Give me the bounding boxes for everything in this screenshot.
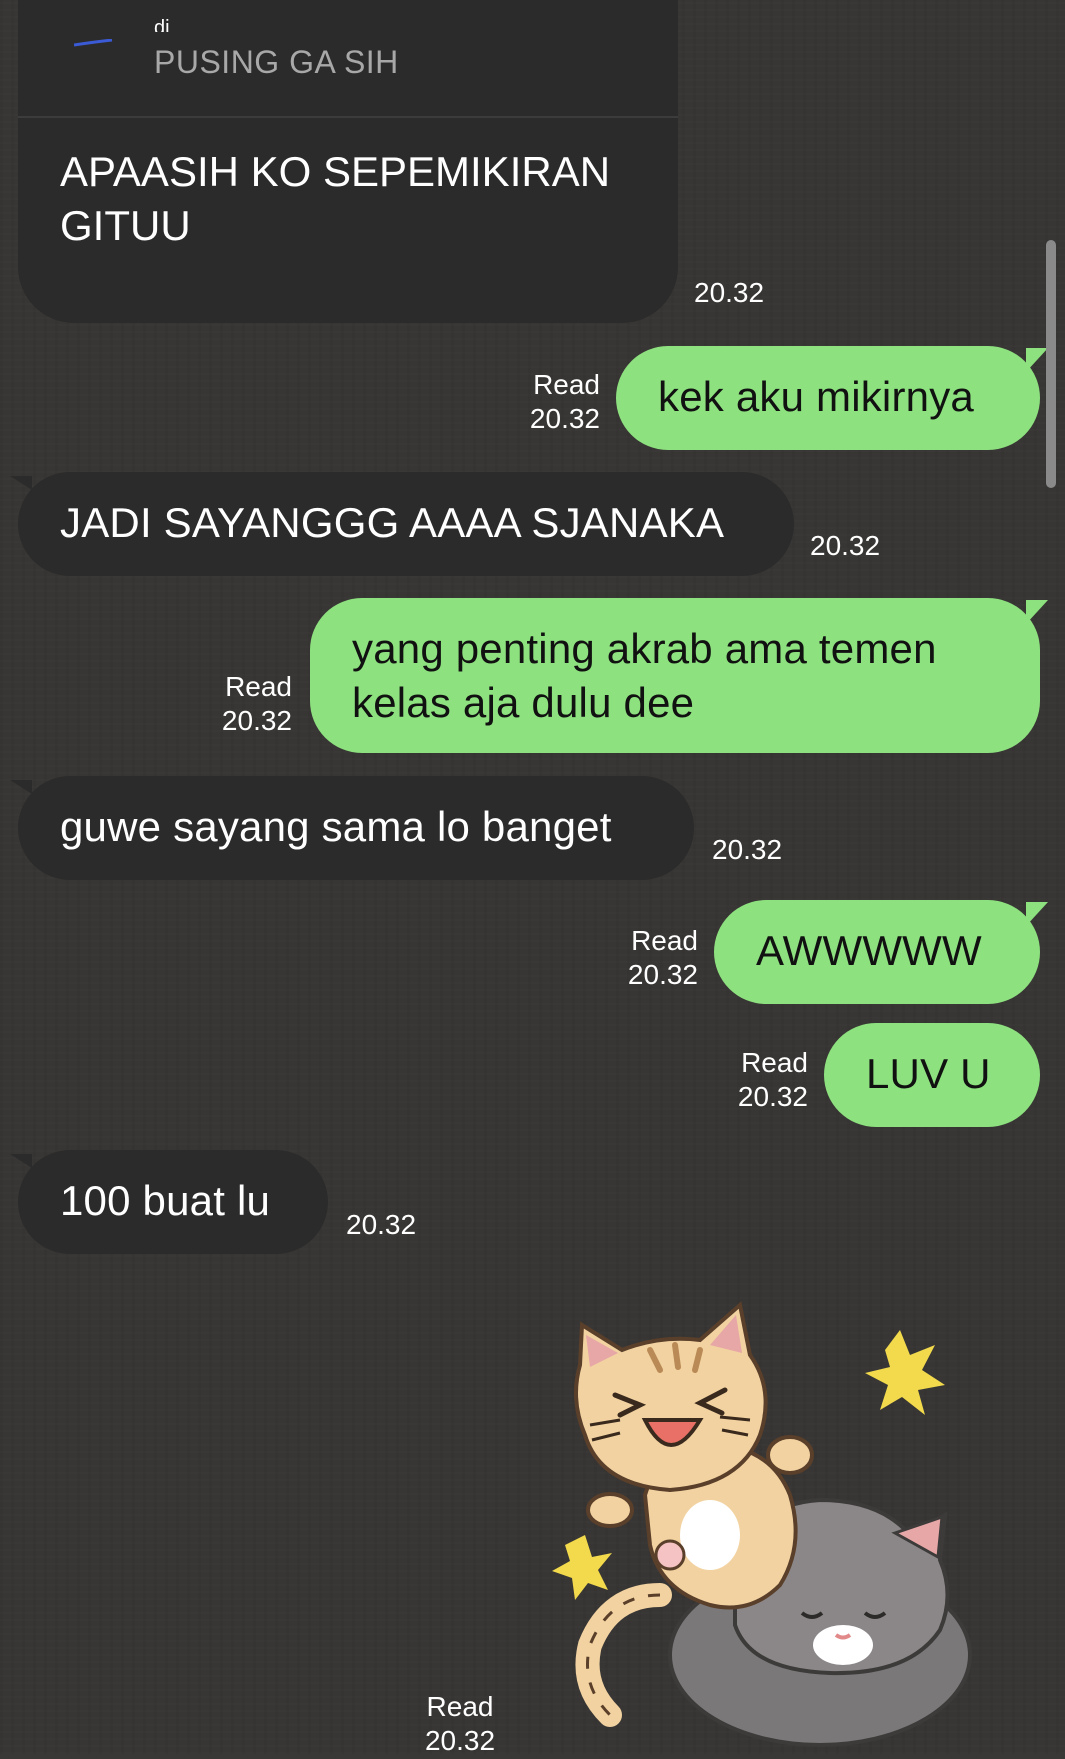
message-text: 100 buat lu: [60, 1177, 271, 1224]
read-status: Read: [426, 1691, 494, 1722]
message-time: 20.32: [810, 530, 881, 561]
message-time: 20.32: [694, 277, 765, 308]
quoted-sender-name: di: [154, 18, 170, 32]
incoming-message-bubble[interactable]: 100 buat lu: [10, 1150, 328, 1254]
incoming-message-bubble[interactable]: JADI SAYANGGG AAAA SJANAKA: [10, 472, 794, 576]
message-text: LUV U: [866, 1050, 991, 1097]
read-status: Read: [225, 671, 292, 702]
message-text: AWWWWW: [756, 927, 982, 974]
message-time: 20.32: [737, 1081, 808, 1112]
quoted-sender-avatar: [73, 34, 114, 47]
outgoing-message-bubble[interactable]: AWWWWW: [714, 900, 1048, 1004]
message-text: kek aku mikirnya: [658, 373, 974, 420]
scrollbar[interactable]: [1046, 240, 1056, 488]
message-time: 20.32: [529, 403, 600, 434]
cat-sticker-icon[interactable]: [550, 1295, 1010, 1754]
read-status: Read: [533, 369, 600, 400]
message-text: yang penting akrab ama temen kelas aja d…: [352, 625, 937, 726]
message-time: 20.32: [346, 1209, 417, 1240]
read-receipt: Read 20.32: [500, 368, 600, 436]
message-text: guwe sayang sama lo banget: [60, 803, 612, 850]
read-receipt: Read 20.32: [410, 1690, 510, 1758]
read-receipt: Read 20.32: [598, 924, 698, 992]
message-text: JADI SAYANGGG AAAA SJANAKA: [60, 499, 725, 546]
read-status: Read: [741, 1047, 808, 1078]
quoted-text: PUSING GA SIH: [154, 44, 399, 80]
read-receipt: Read 20.32: [192, 670, 292, 738]
read-receipt: Read 20.32: [708, 1046, 808, 1114]
message-time: 20.32: [627, 959, 698, 990]
read-status: Read: [631, 925, 698, 956]
outgoing-message-bubble[interactable]: kek aku mikirnya: [616, 346, 1048, 450]
message-time: 20.32: [424, 1725, 496, 1756]
quoted-message[interactable]: di PUSING GA SIH: [18, 0, 678, 118]
outgoing-message-bubble[interactable]: yang penting akrab ama temen kelas aja d…: [310, 598, 1048, 753]
message-text: APAASIH KO SEPEMIKIRAN GITUU: [60, 148, 611, 249]
message-time: 20.32: [221, 705, 292, 736]
outgoing-message-bubble[interactable]: LUV U: [824, 1023, 1040, 1127]
message-time: 20.32: [712, 834, 783, 865]
incoming-message-bubble[interactable]: guwe sayang sama lo banget: [10, 776, 694, 880]
incoming-reply-bubble[interactable]: di PUSING GA SIH APAASIH KO SEPEMIKIRAN …: [18, 0, 678, 323]
